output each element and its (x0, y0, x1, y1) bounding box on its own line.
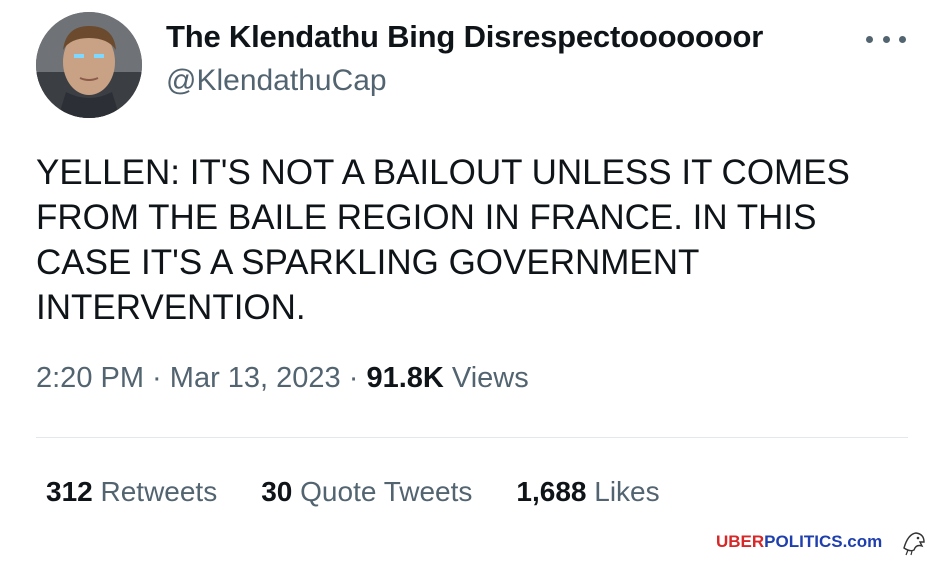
views-count: 91.8K (366, 362, 444, 394)
watermark-part1: UBER (716, 532, 765, 551)
meta-separator: · (340, 362, 367, 394)
likes-stat[interactable]: 1,688 Likes (516, 476, 659, 508)
more-dot (882, 35, 890, 43)
retweets-count: 312 (46, 476, 93, 507)
watermark: UBERPOLITICS.com (716, 532, 882, 552)
tweet-time[interactable]: 2:20 PM (36, 362, 144, 394)
retweets-label: Retweets (92, 476, 218, 507)
likes-label: Likes (586, 476, 660, 507)
watermark-part2: POLITICS.com (764, 532, 883, 551)
user-handle[interactable]: @KlendathuCap (166, 64, 387, 98)
engagement-stats: 312 Retweets 30 Quote Tweets 1,688 Likes (46, 476, 704, 508)
quote-tweets-stat[interactable]: 30 Quote Tweets (261, 476, 472, 508)
tweet-text: YELLEN: IT'S NOT A BAILOUT UNLESS IT COM… (36, 153, 850, 327)
retweets-stat[interactable]: 312 Retweets (46, 476, 217, 508)
quotes-count: 30 (261, 476, 293, 507)
quotes-label: Quote Tweets (292, 476, 473, 507)
more-options-icon[interactable] (866, 24, 906, 54)
tweet-date[interactable]: Mar 13, 2023 (170, 362, 341, 394)
more-dot (899, 35, 906, 43)
display-name[interactable]: The Klendathu Bing Disrespectooooooor (166, 19, 763, 55)
eagle-icon (900, 528, 928, 556)
likes-count: 1,688 (516, 476, 587, 507)
tweet-meta: 2:20 PM · Mar 13, 2023 · 91.8K Views (36, 362, 529, 395)
avatar[interactable] (36, 12, 142, 118)
more-dot (866, 35, 873, 43)
views-label: Views (443, 362, 529, 394)
divider (36, 437, 908, 438)
meta-separator: · (144, 362, 170, 394)
